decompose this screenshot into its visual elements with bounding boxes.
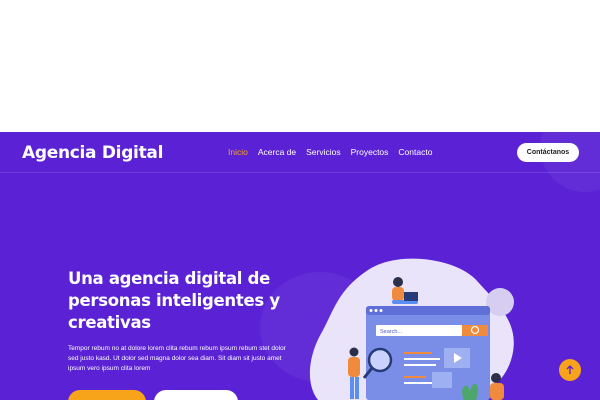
hero-section: Agencia Digital Inicio Acerca de Servici… [0,132,600,400]
hero-secondary-button[interactable] [154,390,238,400]
header-divider [0,172,600,173]
search-placeholder: Search... [380,329,402,335]
decorative-blob [540,132,600,192]
blank-top-area [0,0,600,132]
main-nav: Inicio Acerca de Servicios Proyectos Con… [228,147,432,157]
person-top [392,287,404,301]
hero-illustration: Search... [309,258,514,400]
nav-item-inicio[interactable]: Inicio [228,147,248,157]
scroll-to-top-button[interactable] [559,359,581,381]
nav-item-proyectos[interactable]: Proyectos [351,147,389,157]
person-left [348,357,360,377]
image-thumbnail [432,372,452,388]
site-logo[interactable]: Agencia Digital [22,143,163,163]
nav-item-contacto[interactable]: Contacto [398,147,432,157]
hero-title: Una agencia digital de personas intelige… [68,269,280,332]
globe-shape [486,288,514,316]
magnifier-prop [367,347,393,373]
person-right [490,383,504,400]
hero-primary-button[interactable] [68,390,146,400]
arrow-up-icon [566,365,574,374]
nav-item-acerca-de[interactable]: Acerca de [258,147,296,157]
laptop [404,292,418,301]
hero-description: Tempor rebum no at dolore lorem clita re… [68,345,286,372]
nav-item-servicios[interactable]: Servicios [306,147,340,157]
contact-button[interactable]: Contáctanos [517,143,579,162]
browser-titlebar [366,306,490,315]
